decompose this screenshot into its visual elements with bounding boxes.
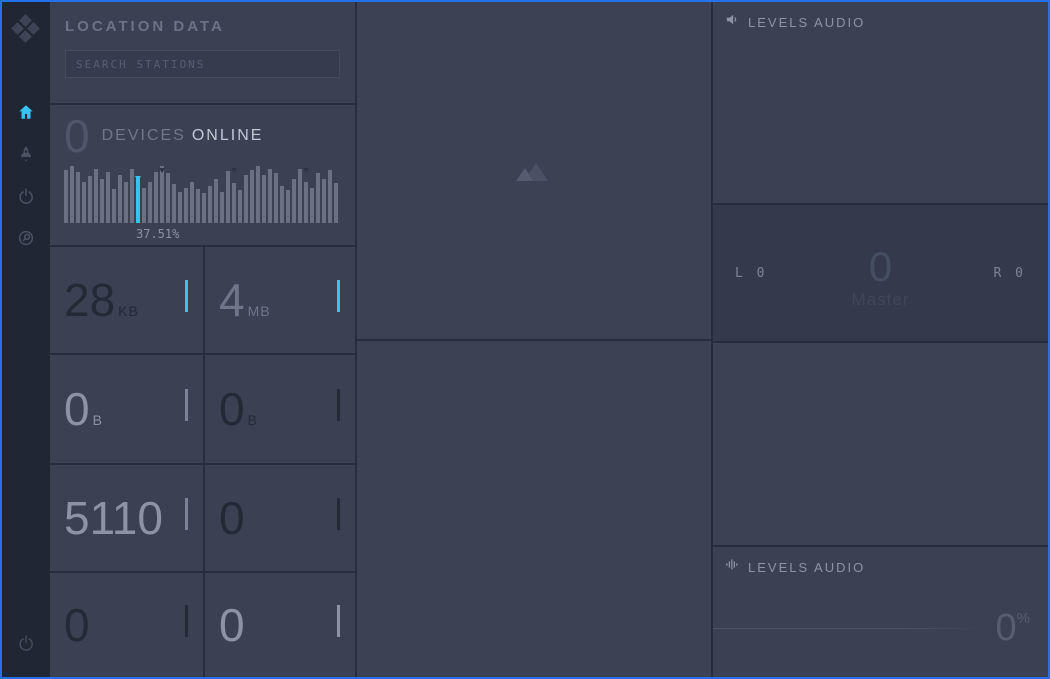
diamonds-logo-icon [13,16,39,42]
stat-tick [337,605,340,637]
audio-gauge: 0 % [713,609,1048,647]
stat-value: 0 [219,495,248,541]
empty-panel [357,341,711,677]
map-column [357,2,713,677]
location-header-panel: LOCATION DATA [50,2,355,103]
panel-title: LEVELS AUDIO [748,15,865,30]
page-title: LOCATION DATA [65,18,340,35]
devices-online-panel: 0 DEVICES ONLINE 37.51% [50,105,355,245]
stat-value: 28KB [64,277,139,323]
gauge-track [713,628,982,629]
devices-chart [64,165,341,223]
home-icon [17,103,35,124]
mountains-icon [512,155,556,186]
audio-levels-bottom-panel: LEVELS AUDIO 0 % [713,547,1048,677]
stat-value: 0B [64,386,103,432]
stat-card-zero-3: 0 [205,573,355,677]
stat-card-5110: 5110 [50,465,203,571]
stat-value: 5110 [64,495,166,541]
sidebar-item-broadcast[interactable] [11,182,41,212]
audio-levels-top-panel: LEVELS AUDIO [713,2,1048,203]
master-caption: Master [852,290,910,310]
sidebar-item-home[interactable] [11,98,41,128]
stats-grid: 28KB 4MB 0B 0B 5110 [50,247,355,677]
stat-card-zero-2: 0 [50,573,203,677]
master-levels-panel: L 0 0 Master R 0 [713,205,1048,341]
panel-title: LEVELS AUDIO [748,560,865,575]
sidebar-item-launch[interactable] [11,140,41,170]
stat-value: 0 [219,602,248,648]
devices-online-label: ONLINE [192,127,264,145]
sidebar [2,2,50,677]
devices-count: 0 [64,113,90,159]
empty-panel [713,343,1048,545]
speaker-icon [725,12,748,32]
stat-tick [185,280,188,312]
stat-tick [337,498,340,530]
gauge-unit: % [1017,611,1030,626]
devices-label: DEVICES [102,127,186,145]
stat-tick [337,389,340,421]
search-input[interactable] [65,50,340,78]
image-placeholder-panel [357,2,711,339]
master-value: 0 [852,246,910,288]
right-channel-label: R 0 [994,266,1026,281]
audio-column: LEVELS AUDIO L 0 0 Master R 0 LEVELS AUD… [713,2,1048,677]
equalizer-icon [725,557,748,577]
stat-tick [185,605,188,637]
power-broadcast-icon [17,187,35,208]
devices-percent-label: 37.51% [136,227,341,241]
stat-tick [337,280,340,312]
sidebar-item-explore[interactable] [11,224,41,254]
stat-value: 0B [219,386,258,432]
stat-tick [185,389,188,421]
stat-card-zero-1: 0 [205,465,355,571]
stat-tick [185,498,188,530]
stat-card-kb: 28KB [50,247,203,353]
stat-card-b-left: 0B [50,355,203,463]
location-column: LOCATION DATA 0 DEVICES ONLINE 37.51% 28… [50,2,357,677]
stat-value: 4MB [219,277,271,323]
stat-card-mb: 4MB [205,247,355,353]
power-icon [17,634,35,655]
rocket-icon [17,145,35,166]
globe-search-icon [17,229,35,250]
app-window: LOCATION DATA 0 DEVICES ONLINE 37.51% 28… [0,0,1050,679]
stat-card-b-right: 0B [205,355,355,463]
power-button[interactable] [11,629,41,659]
stat-value: 0 [64,602,93,648]
gauge-value: 0 [996,609,1017,647]
left-channel-label: L 0 [735,266,767,281]
